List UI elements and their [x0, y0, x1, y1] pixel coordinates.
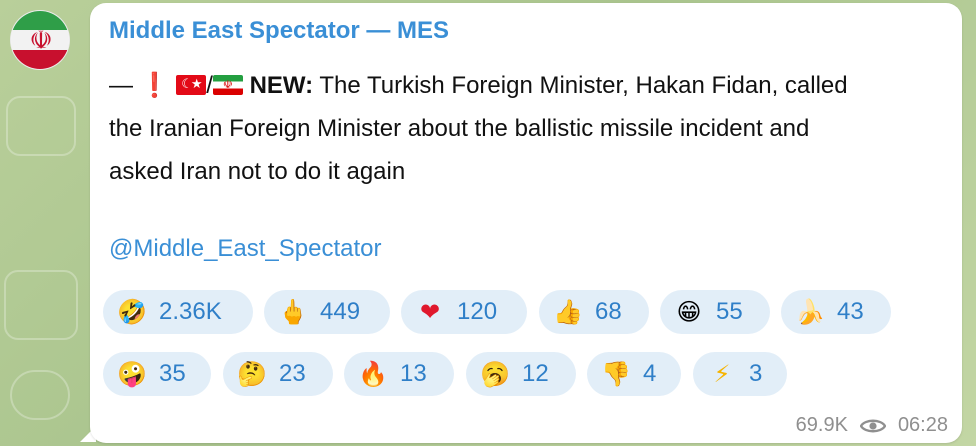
iran-emblem-icon: ☫: [29, 26, 53, 56]
rofl-face-icon: 🤣: [117, 298, 147, 326]
reaction-thinking[interactable]: 🤔 23: [223, 352, 333, 396]
reaction-count: 43: [837, 298, 864, 325]
eye-icon: [859, 419, 886, 432]
thumbs-up-icon: 👍: [553, 298, 583, 326]
channel-name[interactable]: Middle East Spectator — MES: [109, 17, 449, 45]
message-prefix: —: [109, 72, 133, 99]
reaction-thumbs-up[interactable]: 👍 68: [539, 290, 649, 334]
fire-icon: 🔥: [358, 360, 388, 388]
grinning-face-icon: 😁: [676, 298, 702, 326]
reactions: 🤣 2.36K 🖕 449 ❤ 120 👍 68 😁 55 🍌 43 🤪 35 …: [103, 290, 933, 414]
message-bubble[interactable]: Middle East Spectator — MES — ❗ / NEW: T…: [90, 3, 962, 443]
flag-separator: /: [206, 72, 213, 99]
channel-avatar[interactable]: ☫: [10, 10, 70, 70]
message-line-1-text: The Turkish Foreign Minister, Hakan Fida…: [313, 72, 848, 99]
yawning-face-icon: 🥱: [480, 360, 510, 388]
reaction-count: 3: [749, 360, 763, 387]
message-text: — ❗ / NEW: The Turkish Foreign Minister,…: [109, 64, 949, 193]
reaction-count: 12: [522, 360, 549, 387]
post-time: 06:28: [897, 414, 948, 436]
reaction-count: 449: [320, 298, 361, 325]
view-count: 69.9K: [795, 414, 848, 436]
reaction-banana[interactable]: 🍌 43: [781, 290, 891, 334]
middle-finger-icon: 🖕: [278, 298, 308, 326]
new-label: NEW:: [249, 72, 314, 99]
reaction-count: 2.36K: [159, 298, 222, 325]
reaction-rofl[interactable]: 🤣 2.36K: [103, 290, 253, 334]
wallpaper-doodle: [6, 96, 76, 156]
reaction-count: 4: [643, 360, 657, 387]
reaction-grin[interactable]: 😁 55: [660, 290, 770, 334]
reaction-count: 13: [400, 360, 427, 387]
reaction-heart[interactable]: ❤ 120: [401, 290, 527, 334]
thumbs-down-icon: 👎: [601, 360, 631, 388]
reaction-yawn[interactable]: 🥱 12: [466, 352, 576, 396]
exclamation-icon: ❗: [139, 71, 170, 99]
reaction-count: 55: [716, 298, 743, 325]
reaction-row: 🤣 2.36K 🖕 449 ❤ 120 👍 68 😁 55 🍌 43: [103, 290, 933, 340]
banana-icon: 🍌: [795, 298, 825, 326]
zany-face-icon: 🤪: [117, 360, 147, 388]
thinking-face-icon: 🤔: [237, 360, 267, 388]
reaction-count: 23: [279, 360, 306, 387]
iran-flag-icon: [212, 75, 243, 95]
message-meta: 69.9K 06:28: [796, 414, 948, 437]
channel-mention-link[interactable]: @Middle_East_Spectator: [109, 235, 382, 263]
reaction-fire[interactable]: 🔥 13: [344, 352, 454, 396]
wallpaper-doodle: [10, 370, 70, 420]
reaction-row: 🤪 35 🤔 23 🔥 13 🥱 12 👎 4 ⚡ 3: [103, 352, 933, 402]
high-voltage-icon: ⚡: [713, 360, 731, 388]
message-line-3: asked Iran not to do it again: [109, 158, 406, 185]
reaction-thumbs-down[interactable]: 👎 4: [587, 352, 681, 396]
reaction-zany[interactable]: 🤪 35: [103, 352, 211, 396]
message-line-2: the Iranian Foreign Minister about the b…: [109, 115, 810, 142]
reaction-count: 68: [595, 298, 622, 325]
reaction-middle-finger[interactable]: 🖕 449: [264, 290, 390, 334]
red-heart-icon: ❤: [419, 298, 441, 326]
reaction-count: 120: [457, 298, 498, 325]
wallpaper-doodle: [4, 270, 78, 340]
turkey-flag-icon: [176, 75, 207, 95]
reaction-count: 35: [159, 360, 186, 387]
reaction-lightning[interactable]: ⚡ 3: [693, 352, 787, 396]
message-line-1: — ❗ / NEW: The Turkish Foreign Minister,…: [109, 64, 949, 107]
